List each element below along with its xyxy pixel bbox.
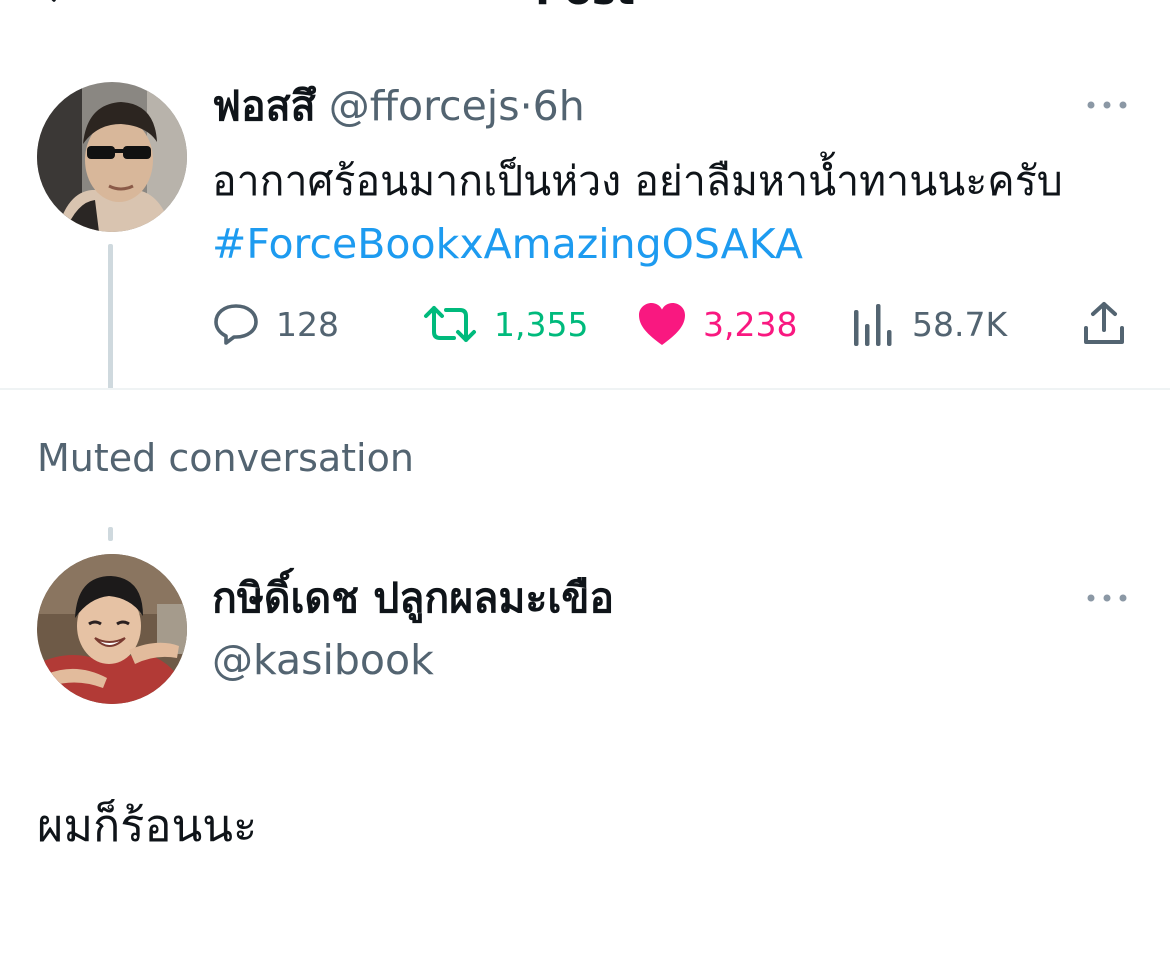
parent-tweet-text: อากาศร้อนมากเป็นห่วง อย่าลืมหาน้ำทานนะคร…: [212, 150, 1132, 276]
like-count: 3,238: [703, 304, 798, 344]
thread-connector-line: [108, 244, 113, 390]
repost-count: 1,355: [494, 304, 589, 344]
reply-handle[interactable]: @kasibook: [212, 634, 434, 686]
repost-button[interactable]: 1,355: [422, 296, 588, 352]
reply-button[interactable]: 128: [212, 296, 339, 352]
muted-conversation-label: Muted conversation: [37, 436, 414, 480]
share-button[interactable]: [1082, 296, 1126, 352]
parent-timestamp[interactable]: 6h: [533, 82, 585, 130]
parent-display-name[interactable]: ฟอสสึ: [212, 82, 316, 130]
more-horizontal-icon[interactable]: [1085, 99, 1129, 111]
parent-tweet-header: ฟอสสึ @fforcejs·6h: [212, 80, 585, 132]
more-horizontal-icon[interactable]: [1085, 592, 1129, 604]
post-detail-page: Post ฟอสสึ @fforcejs·6h อากาศร้อนมากเป็น…: [0, 0, 1170, 963]
views-button[interactable]: 58.7K: [852, 296, 1007, 352]
heart-filled-icon: [639, 303, 685, 345]
parent-handle[interactable]: @fforcejs: [329, 82, 520, 130]
reply-display-name[interactable]: กษิดิ์เดช ปลูกผลมะเขือ: [212, 572, 614, 624]
section-divider: [0, 388, 1170, 390]
repost-icon: [424, 306, 476, 342]
parent-tweet-body: อากาศร้อนมากเป็นห่วง อย่าลืมหาน้ำทานนะคร…: [212, 157, 1063, 205]
views-count: 58.7K: [912, 304, 1008, 344]
share-upload-icon: [1084, 302, 1124, 344]
time-separator: ·: [519, 82, 533, 130]
reply-icon: [214, 304, 258, 345]
parent-tweet-actions: 128 1,355 3,238 58.7K: [212, 296, 1132, 352]
like-button[interactable]: 3,238: [637, 296, 797, 352]
avatar-fforcejs[interactable]: [37, 82, 187, 232]
views-chart-icon: [854, 304, 892, 346]
top-header: Post: [0, 0, 1170, 10]
thread-connector-stub: [108, 527, 113, 541]
reply-count: 128: [276, 304, 339, 344]
header-title: Post: [0, 0, 1170, 10]
avatar-kasibook[interactable]: [37, 554, 187, 704]
hashtag-link[interactable]: #ForceBookxAmazingOSAKA: [212, 220, 803, 268]
reply-tweet-text: ผมก็ร้อนนะ: [37, 799, 258, 852]
